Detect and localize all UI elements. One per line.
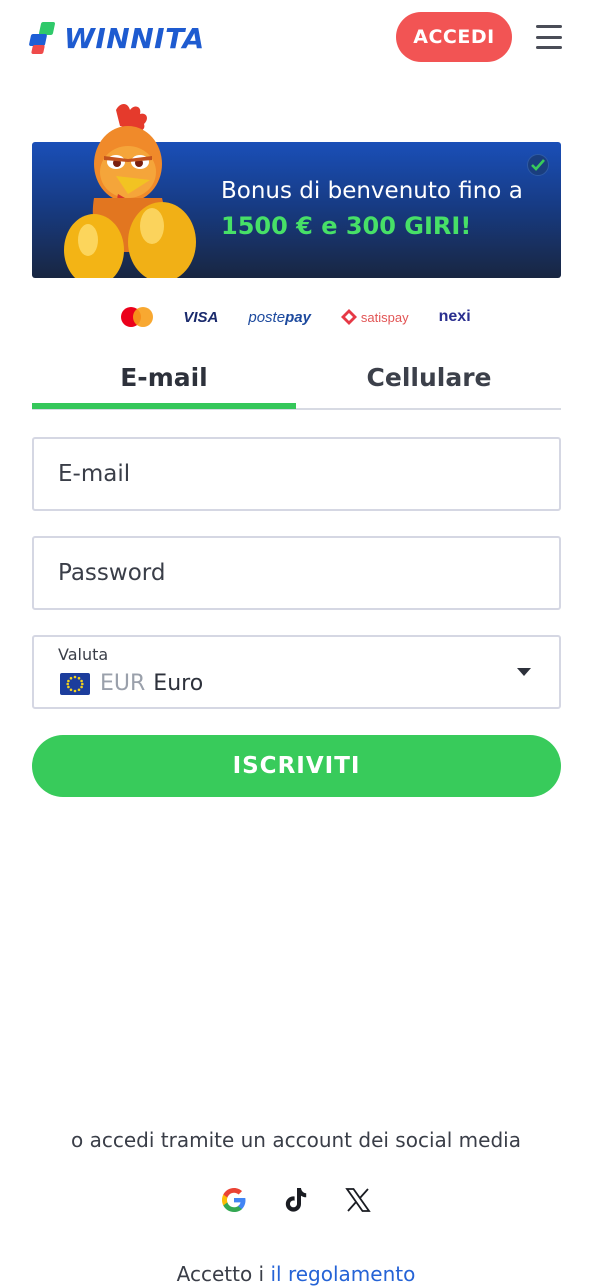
header: WINNITA ACCEDI bbox=[0, 0, 592, 76]
banner-check-icon[interactable] bbox=[527, 154, 549, 176]
currency-name: Euro bbox=[153, 671, 204, 696]
banner-headline: Bonus di benvenuto fino a bbox=[221, 178, 523, 204]
visa-logo: VISA bbox=[183, 308, 219, 326]
email-field bbox=[32, 437, 561, 511]
tab-active-indicator bbox=[32, 403, 296, 409]
email-input[interactable] bbox=[34, 439, 559, 509]
tab-email[interactable]: E-mail bbox=[32, 348, 296, 406]
payment-methods: VISA poste pay satispay nexi bbox=[0, 303, 592, 331]
welcome-bonus-banner[interactable]: Bonus di benvenuto fino a 1500 € e 300 G… bbox=[32, 104, 561, 278]
hamburger-menu-icon[interactable] bbox=[536, 25, 562, 49]
eu-flag-icon bbox=[60, 672, 90, 695]
mastercard-icon bbox=[121, 307, 154, 327]
rules-link[interactable]: il regolamento bbox=[270, 1262, 415, 1286]
login-button[interactable]: ACCEDI bbox=[396, 12, 512, 62]
banner-bonus-amount: 1500 € e 300 GIRI! bbox=[221, 212, 472, 240]
nexi-logo: nexi bbox=[438, 308, 471, 325]
logo-text: WINNITA bbox=[64, 21, 205, 55]
rooster-mascot-icon bbox=[64, 104, 196, 278]
logo-mark-icon bbox=[28, 21, 56, 55]
password-input[interactable] bbox=[34, 538, 559, 608]
social-login-text: o accedi tramite un account dei social m… bbox=[71, 1128, 521, 1152]
tab-phone[interactable]: Cellulare bbox=[297, 348, 561, 406]
satispay-logo: satispay bbox=[340, 309, 409, 325]
currency-label: Valuta bbox=[58, 645, 109, 664]
satispay-icon bbox=[340, 309, 357, 325]
register-button[interactable]: ISCRIVITI bbox=[32, 735, 561, 797]
currency-code: EUR bbox=[100, 671, 146, 696]
password-field bbox=[32, 536, 561, 610]
currency-value: EUR Euro bbox=[60, 671, 203, 696]
social-login-buttons bbox=[0, 1186, 592, 1226]
currency-select[interactable]: Valuta EUR Euro bbox=[32, 635, 561, 709]
x-twitter-icon[interactable] bbox=[344, 1186, 372, 1214]
tiktok-icon[interactable] bbox=[282, 1186, 310, 1214]
google-icon[interactable] bbox=[220, 1186, 248, 1214]
postepay-logo: poste pay bbox=[248, 308, 311, 326]
signup-method-tabs: E-mail Cellulare bbox=[32, 348, 561, 410]
terms-text: Accetto i il regolamento bbox=[176, 1262, 416, 1286]
chevron-down-icon bbox=[517, 668, 531, 676]
winnita-logo[interactable]: WINNITA bbox=[28, 20, 205, 56]
